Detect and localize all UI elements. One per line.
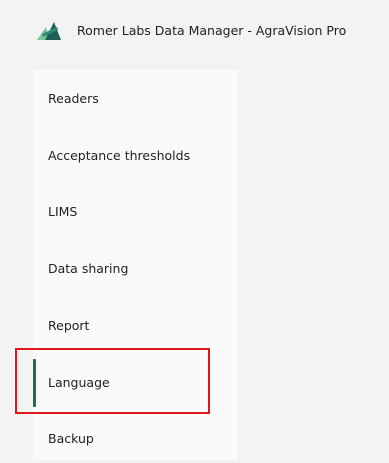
- settings-nav-panel: Readers Acceptance thresholds LIMS Data …: [33, 70, 238, 460]
- nav-item-backup[interactable]: Backup: [33, 415, 238, 463]
- nav-item-report[interactable]: Report: [33, 302, 238, 350]
- title-bar: Romer Labs Data Manager - AgraVision Pro: [0, 0, 389, 62]
- nav-item-label: Acceptance thresholds: [48, 148, 191, 163]
- nav-item-label: Readers: [48, 91, 99, 106]
- nav-item-data-sharing[interactable]: Data sharing: [33, 245, 238, 293]
- app-title: Romer Labs Data Manager - AgraVision Pro: [77, 23, 347, 38]
- selected-indicator: [33, 359, 36, 407]
- nav-item-label: Language: [48, 375, 110, 390]
- nav-item-label: Backup: [48, 431, 94, 446]
- nav-item-label: LIMS: [48, 204, 78, 219]
- nav-item-label: Data sharing: [48, 261, 129, 276]
- nav-item-language[interactable]: Language: [33, 359, 238, 407]
- romer-labs-logo-icon: [36, 21, 62, 41]
- nav-item-readers[interactable]: Readers: [33, 75, 238, 123]
- nav-item-acceptance-thresholds[interactable]: Acceptance thresholds: [33, 132, 238, 180]
- nav-item-label: Report: [48, 318, 90, 333]
- nav-item-lims[interactable]: LIMS: [33, 188, 238, 236]
